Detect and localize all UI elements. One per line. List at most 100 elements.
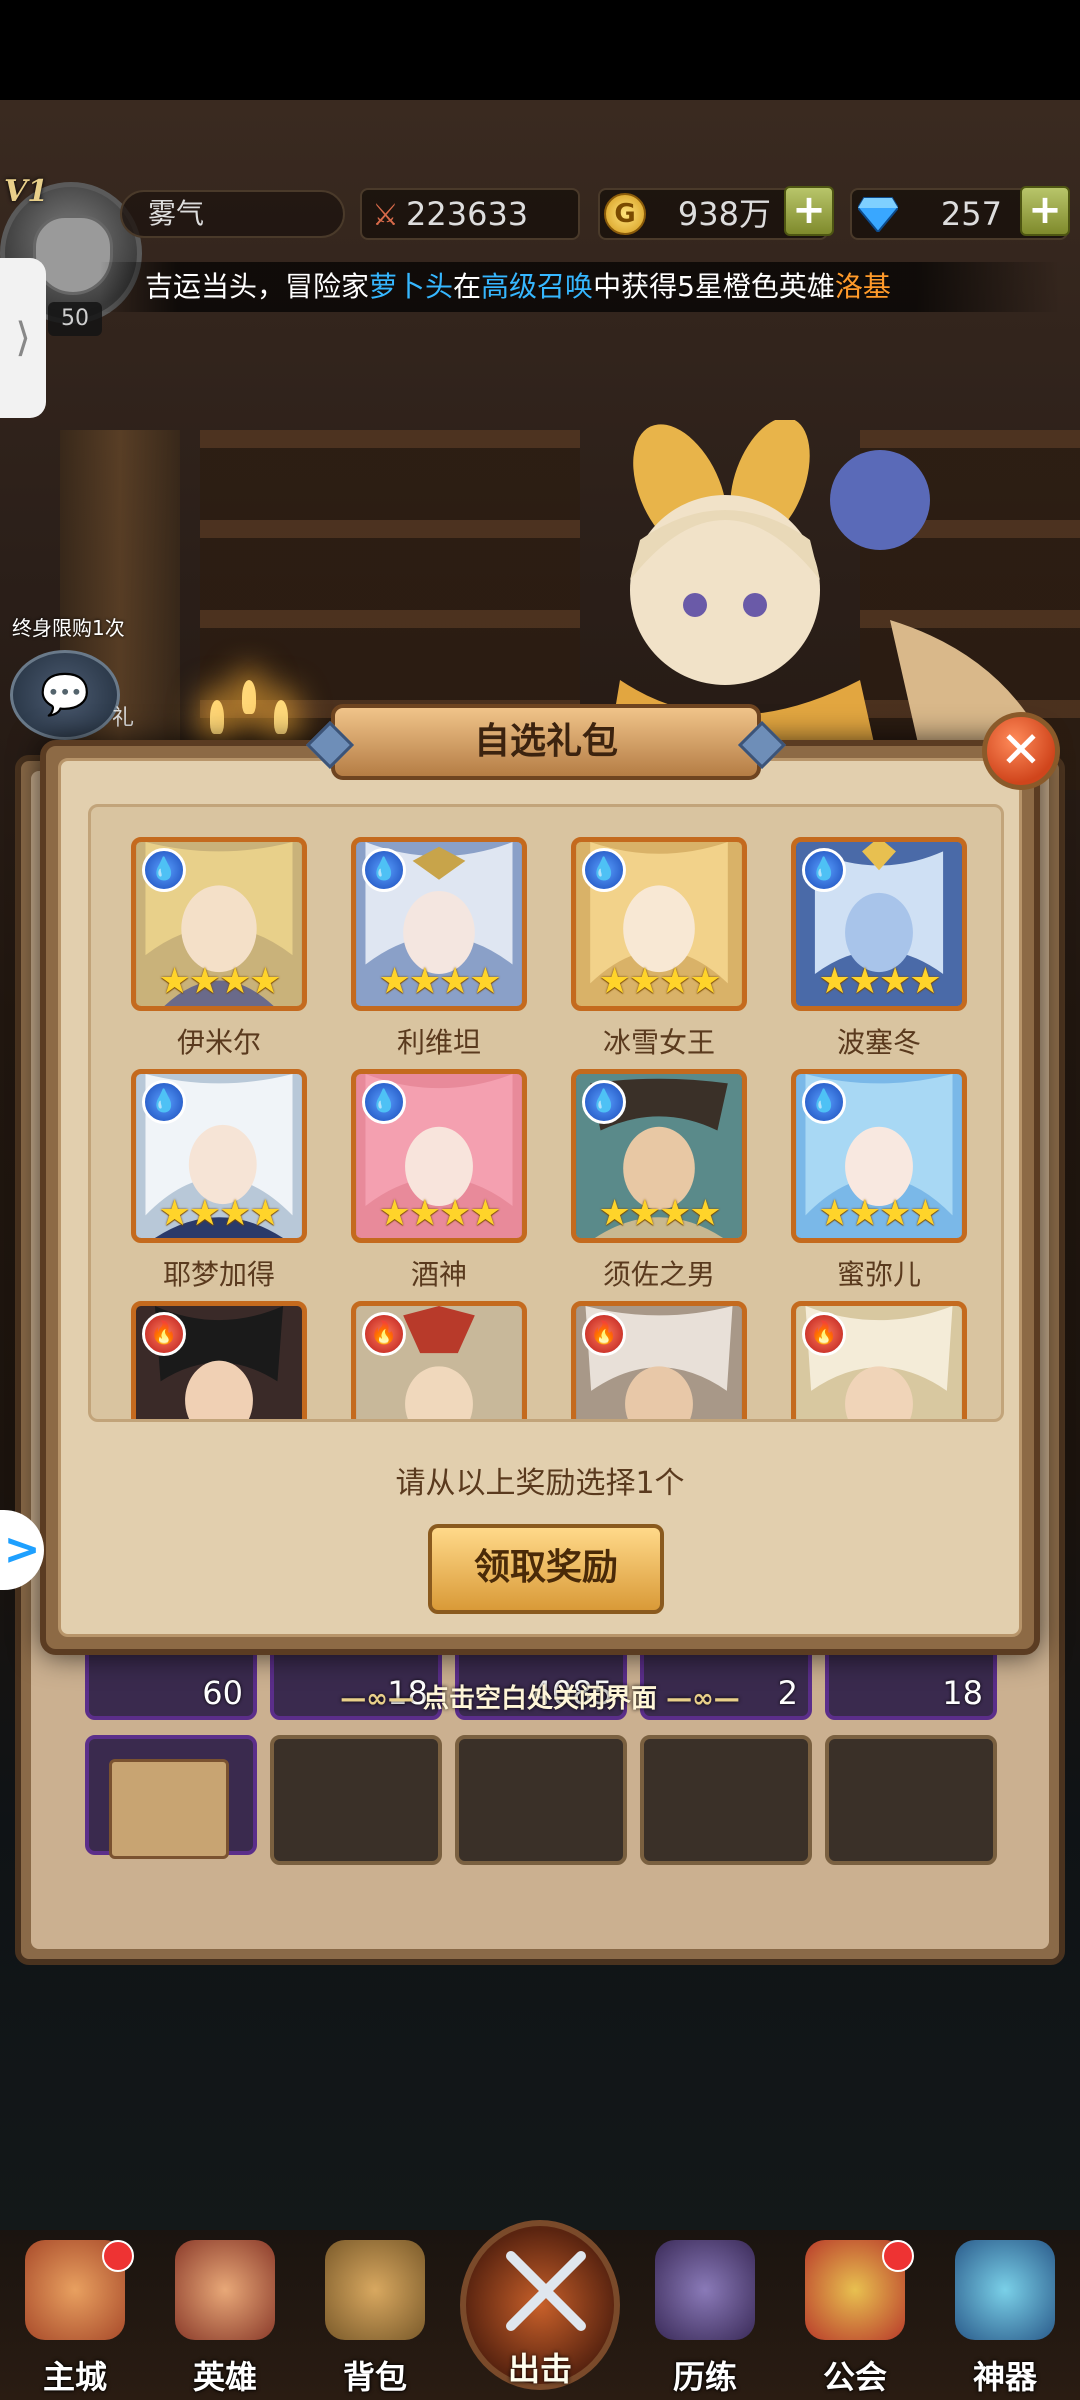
hero-name: 伊米尔: [176, 1026, 261, 1059]
hero-option[interactable]: 🔥: [571, 1301, 747, 1419]
hero-grid: 💧 ★★★★ 伊米尔 💧 ★★★★ 利维坦 💧 ★★★★ 冰雪女王 💧 ★★★★…: [88, 804, 1004, 1422]
chat-button[interactable]: 💬: [10, 650, 120, 740]
dialog-title: 自选礼包: [331, 704, 761, 780]
hero-name: 波塞冬: [836, 1026, 921, 1059]
hero-name: 蜜弥儿: [836, 1258, 921, 1291]
bag-slot-empty[interactable]: [825, 1735, 997, 1865]
hero-card[interactable]: 💧 ★★★★: [571, 1069, 747, 1243]
player-name: 雾气: [120, 190, 345, 238]
nav-label: 主城: [42, 2358, 107, 2396]
announce-mid1: 在: [453, 270, 482, 303]
scroll-icon: [109, 1759, 229, 1859]
crossed-swords-icon: ⚔: [372, 198, 399, 233]
nav-label: 神器: [972, 2358, 1037, 2396]
star-rating: ★★★★: [818, 1193, 941, 1234]
selection-prompt: 请从以上奖励选择1个: [395, 1466, 685, 1501]
hero-option[interactable]: 🔥: [791, 1301, 967, 1419]
add-gems-button[interactable]: +: [1020, 186, 1070, 236]
hero-card[interactable]: 🔥: [131, 1301, 307, 1419]
hero-icon: [175, 2240, 275, 2340]
hero-option[interactable]: 🔥: [351, 1301, 527, 1419]
close-hint-text: 点击空白处关闭界面: [422, 1684, 657, 1714]
nav-label: 公会: [822, 2358, 887, 2396]
star-rating: ★★★★: [158, 1193, 281, 1234]
water-element-icon: 💧: [142, 848, 186, 892]
gold-value: 938万: [677, 195, 771, 233]
notification-dot: [102, 2240, 134, 2272]
star-rating: ★★★★: [378, 1193, 501, 1234]
add-gold-button[interactable]: +: [784, 186, 834, 236]
backpack-icon: [325, 2240, 425, 2340]
coin-icon: G: [604, 193, 646, 235]
bag-slot-empty[interactable]: [270, 1735, 442, 1865]
fire-element-icon: 🔥: [582, 1312, 626, 1356]
side-drawer-tab[interactable]: ⟩: [0, 258, 46, 418]
nav-trials[interactable]: 历练: [640, 2240, 770, 2400]
hero-option[interactable]: 💧 ★★★★ 蜜弥儿: [791, 1069, 967, 1293]
vip-badge: V1: [4, 174, 49, 209]
water-element-icon: 💧: [582, 1080, 626, 1124]
bag-slot-empty[interactable]: [455, 1735, 627, 1865]
crystal-icon: [955, 2240, 1055, 2340]
water-element-icon: 💧: [362, 1080, 406, 1124]
hero-option[interactable]: 💧 ★★★★ 耶梦加得: [131, 1069, 307, 1293]
gift-label: 礼: [112, 706, 135, 731]
announce-event: 高级召唤: [481, 270, 594, 303]
star-rating: ★★★★: [158, 961, 281, 1002]
hero-option[interactable]: 💧 ★★★★ 伊米尔: [131, 837, 307, 1061]
nav-heroes[interactable]: 英雄: [160, 2240, 290, 2400]
bag-slot-empty[interactable]: [640, 1735, 812, 1865]
hero-option[interactable]: 💧 ★★★★ 酒神: [351, 1069, 527, 1293]
nav-label: 英雄: [192, 2358, 257, 2396]
power-value: 223633: [406, 195, 529, 233]
water-element-icon: 💧: [802, 848, 846, 892]
hero-option[interactable]: 💧 ★★★★ 利维坦: [351, 837, 527, 1061]
water-element-icon: 💧: [362, 848, 406, 892]
water-element-icon: 💧: [582, 848, 626, 892]
close-button[interactable]: ✕: [982, 712, 1060, 790]
hero-card[interactable]: 💧 ★★★★: [131, 837, 307, 1011]
fire-element-icon: 🔥: [802, 1312, 846, 1356]
nav-label: 出击: [507, 2350, 572, 2388]
hero-card[interactable]: 💧 ★★★★: [791, 1069, 967, 1243]
crossed-swords-icon: [506, 2251, 586, 2331]
fire-element-icon: 🔥: [362, 1312, 406, 1356]
star-rating: ★★★★: [378, 961, 501, 1002]
hero-card[interactable]: 💧 ★★★★: [131, 1069, 307, 1243]
star-rating: ★★★★: [598, 1193, 721, 1234]
hero-card[interactable]: 💧 ★★★★: [351, 1069, 527, 1243]
hero-card[interactable]: 🔥: [571, 1301, 747, 1419]
hero-card[interactable]: 💧 ★★★★: [791, 837, 967, 1011]
hero-card[interactable]: 💧 ★★★★: [351, 837, 527, 1011]
notification-dot: [882, 2240, 914, 2272]
star-rating: ★★★★: [598, 961, 721, 1002]
gem-value: 257: [940, 195, 1002, 233]
hero-name: 酒神: [410, 1258, 467, 1291]
hero-option[interactable]: 🔥: [131, 1301, 307, 1419]
nav-bag[interactable]: 背包: [310, 2240, 440, 2400]
bag-slot-scroll[interactable]: [85, 1735, 257, 1859]
hero-option[interactable]: 💧 ★★★★ 波塞冬: [791, 837, 967, 1061]
claim-reward-button[interactable]: 领取奖励: [428, 1524, 664, 1614]
announce-player: 萝卜头: [369, 270, 454, 303]
hero-option[interactable]: 💧 ★★★★ 须佐之男: [571, 1069, 747, 1293]
announcement-ticker: 吉运当头，冒险家萝卜头在高级召唤中获得5星橙色英雄洛基: [100, 262, 1060, 312]
nav-main-city[interactable]: 主城: [10, 2240, 140, 2400]
close-hint[interactable]: —∞— 点击空白处关闭界面 —∞—: [0, 1678, 1080, 1715]
limited-offer-label: 终身限购1次: [12, 616, 125, 640]
hero-card[interactable]: 🔥: [791, 1301, 967, 1419]
power-display: ⚔ 223633: [360, 188, 580, 240]
hero-name: 须佐之男: [602, 1258, 715, 1291]
nav-label: 历练: [672, 2358, 737, 2396]
nav-attack[interactable]: 出击: [460, 2220, 620, 2390]
hero-card[interactable]: 💧 ★★★★: [571, 837, 747, 1011]
hero-option[interactable]: 💧 ★★★★ 冰雪女王: [571, 837, 747, 1061]
hero-name: 耶梦加得: [162, 1258, 275, 1291]
select-pack-dialog: 自选礼包 ✕ 💧 ★★★★ 伊米尔 💧 ★★★★ 利维坦 💧 ★★★★ 冰雪女王…: [40, 704, 1060, 1655]
nav-guild[interactable]: 公会: [790, 2240, 920, 2400]
nav-artifacts[interactable]: 神器: [940, 2240, 1070, 2400]
hero-card[interactable]: 🔥: [351, 1301, 527, 1419]
hero-name: 冰雪女王: [602, 1026, 715, 1059]
tower-icon: [655, 2240, 755, 2340]
diamond-icon: [858, 197, 898, 232]
